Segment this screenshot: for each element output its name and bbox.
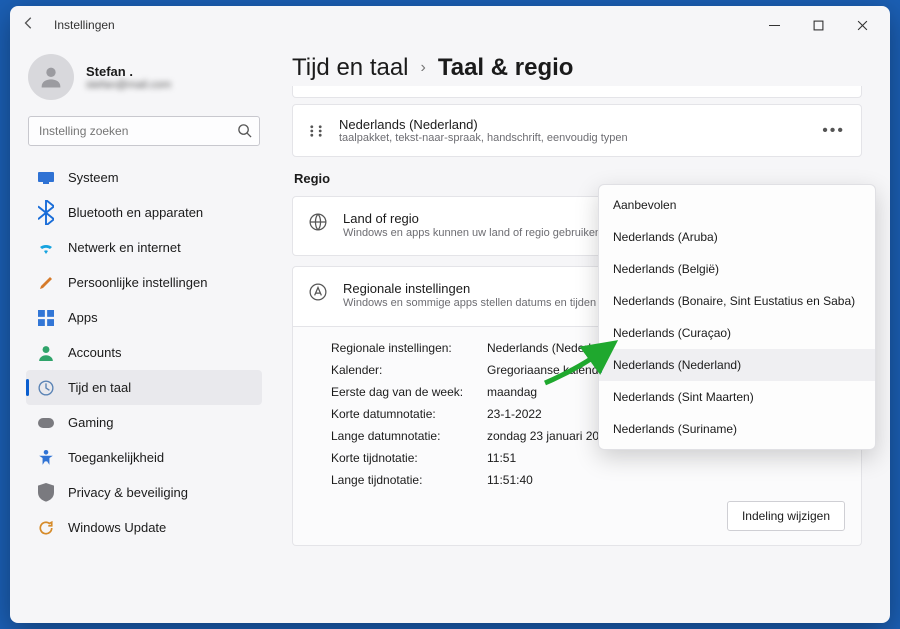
nav-label: Windows Update	[68, 520, 166, 535]
nav-label: Accounts	[68, 345, 121, 360]
nav: Systeem Bluetooth en apparaten Netwerk e…	[24, 160, 264, 545]
nav-label: Persoonlijke instellingen	[68, 275, 207, 290]
nav-label: Systeem	[68, 170, 119, 185]
close-button[interactable]	[840, 9, 884, 41]
nav-label: Toegankelijkheid	[68, 450, 164, 465]
profile-email: stefan@mail.com	[86, 79, 171, 91]
detail-row: Korte tijdnotatie:11:51	[331, 447, 845, 469]
search-icon	[237, 123, 252, 138]
language-title: Nederlands (Nederland)	[339, 117, 806, 132]
truncated-card	[292, 86, 862, 98]
dropdown-option-selected[interactable]: Nederlands (Nederland)	[599, 349, 875, 381]
dropdown-option[interactable]: Aanbevolen	[599, 189, 875, 221]
gaming-icon	[38, 415, 54, 431]
more-options-button[interactable]: •••	[822, 122, 845, 140]
app-title: Instellingen	[54, 18, 115, 32]
globe-icon	[309, 213, 327, 231]
apps-icon	[38, 310, 54, 326]
update-icon	[38, 520, 54, 536]
drag-handle-icon[interactable]	[309, 124, 323, 138]
nav-apps[interactable]: Apps	[26, 300, 262, 335]
nav-privacy[interactable]: Privacy & beveiliging	[26, 475, 262, 510]
profile[interactable]: Stefan . stefan@mail.com	[24, 50, 264, 116]
titlebar: Instellingen	[10, 6, 890, 44]
nav-persoonlijk[interactable]: Persoonlijke instellingen	[26, 265, 262, 300]
bluetooth-icon	[38, 205, 54, 221]
globe-clock-icon	[38, 380, 54, 396]
nav-gaming[interactable]: Gaming	[26, 405, 262, 440]
language-subtitle: taalpakket, tekst-naar-spraak, handschri…	[339, 132, 806, 144]
sidebar: Stefan . stefan@mail.com Systeem Bluetoo…	[10, 44, 272, 623]
main-content: Tijd en taal › Taal & regio Nederlands (…	[272, 44, 890, 623]
nav-label: Bluetooth en apparaten	[68, 205, 203, 220]
nav-label: Apps	[68, 310, 98, 325]
shield-icon	[38, 485, 54, 501]
wifi-icon	[38, 240, 54, 256]
dropdown-option[interactable]: Nederlands (Sint Maarten)	[599, 381, 875, 413]
avatar	[28, 54, 74, 100]
accessibility-icon	[38, 450, 54, 466]
globe-a-icon	[309, 283, 327, 301]
dropdown-option[interactable]: Nederlands (Aruba)	[599, 221, 875, 253]
nav-label: Privacy & beveiliging	[68, 485, 188, 500]
nav-toegankelijkheid[interactable]: Toegankelijkheid	[26, 440, 262, 475]
back-icon[interactable]	[22, 16, 36, 35]
nav-label: Tijd en taal	[68, 380, 131, 395]
nav-windows-update[interactable]: Windows Update	[26, 510, 262, 545]
detail-row: Lange tijdnotatie:11:51:40	[331, 469, 845, 491]
maximize-button[interactable]	[796, 9, 840, 41]
person-icon	[38, 345, 54, 361]
indeling-wijzigen-button[interactable]: Indeling wijzigen	[727, 501, 845, 531]
breadcrumb-parent[interactable]: Tijd en taal	[292, 54, 409, 82]
language-card[interactable]: Nederlands (Nederland) taalpakket, tekst…	[292, 104, 862, 157]
minimize-button[interactable]	[752, 9, 796, 41]
nav-label: Netwerk en internet	[68, 240, 181, 255]
nav-systeem[interactable]: Systeem	[26, 160, 262, 195]
nav-bluetooth[interactable]: Bluetooth en apparaten	[26, 195, 262, 230]
nav-tijd-en-taal[interactable]: Tijd en taal	[26, 370, 262, 405]
dropdown-option[interactable]: Nederlands (Curaçao)	[599, 317, 875, 349]
nav-netwerk[interactable]: Netwerk en internet	[26, 230, 262, 265]
dropdown-option[interactable]: Nederlands (Bonaire, Sint Eustatius en S…	[599, 285, 875, 317]
nav-label: Gaming	[68, 415, 114, 430]
profile-name: Stefan .	[86, 64, 171, 79]
settings-window: Instellingen Stefan . stefan@mail.com	[10, 6, 890, 623]
display-icon	[38, 170, 54, 186]
brush-icon	[38, 275, 54, 291]
regional-format-dropdown[interactable]: Aanbevolen Nederlands (Aruba) Nederlands…	[598, 184, 876, 450]
nav-accounts[interactable]: Accounts	[26, 335, 262, 370]
search-input[interactable]	[28, 116, 260, 146]
breadcrumb-current: Taal & regio	[438, 54, 574, 82]
dropdown-option[interactable]: Nederlands (België)	[599, 253, 875, 285]
chevron-right-icon: ›	[421, 59, 426, 77]
dropdown-option[interactable]: Nederlands (Suriname)	[599, 413, 875, 445]
breadcrumb: Tijd en taal › Taal & regio	[292, 54, 862, 82]
